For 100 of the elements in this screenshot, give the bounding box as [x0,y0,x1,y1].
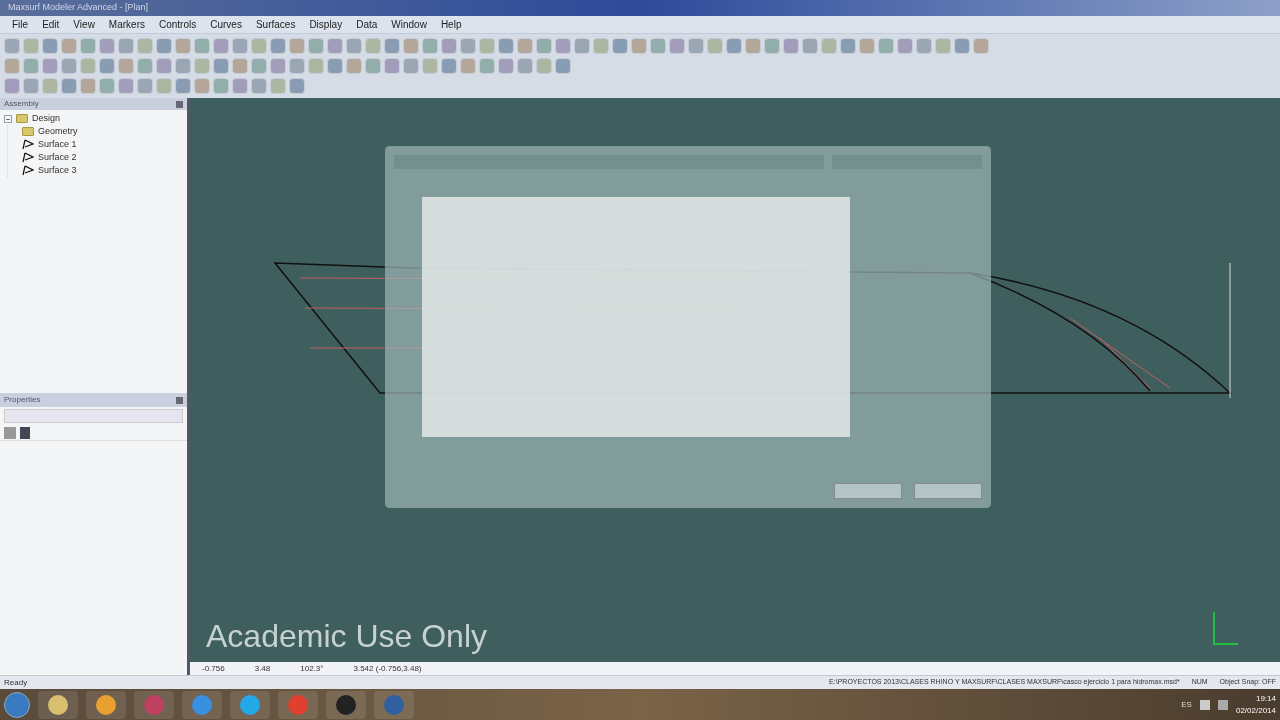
tool-icon[interactable] [764,38,780,54]
tool-icon[interactable] [954,38,970,54]
tool-icon[interactable] [422,38,438,54]
language-indicator[interactable]: ES [1181,698,1192,711]
tool-icon[interactable] [42,58,58,74]
tool-icon[interactable] [441,38,457,54]
tool-icon[interactable] [213,58,229,74]
tool-icon[interactable] [118,58,134,74]
tool-icon[interactable] [213,38,229,54]
tool-icon[interactable] [935,38,951,54]
tool-icon[interactable] [42,78,58,94]
menu-item[interactable]: Display [309,17,343,32]
tool-icon[interactable] [175,38,191,54]
tool-icon[interactable] [270,78,286,94]
tool-icon[interactable] [194,38,210,54]
tool-icon[interactable] [555,58,571,74]
menu-item[interactable]: Edit [42,17,60,32]
menu-item[interactable]: View [73,17,95,32]
tool-icon[interactable] [916,38,932,54]
tool-icon[interactable] [232,38,248,54]
tool-icon[interactable] [745,38,761,54]
tool-icon[interactable] [384,58,400,74]
dialog-button[interactable] [914,483,982,499]
tool-icon[interactable] [80,58,96,74]
tool-icon[interactable] [859,38,875,54]
tool-icon[interactable] [289,38,305,54]
tool-icon[interactable] [213,78,229,94]
tool-icon[interactable] [118,38,134,54]
tool-icon[interactable] [555,38,571,54]
tree-item[interactable]: Surface 3 [38,163,77,178]
close-icon[interactable] [176,100,183,108]
tool-icon[interactable] [251,58,267,74]
tool-icon[interactable] [80,38,96,54]
tool-icon[interactable] [194,78,210,94]
tool-icon[interactable] [422,58,438,74]
start-icon[interactable] [4,691,30,718]
tool-icon[interactable] [23,58,39,74]
tool-icon[interactable] [498,58,514,74]
taskbar-icon[interactable] [38,690,78,719]
dialog-button[interactable] [834,483,902,499]
tool-icon[interactable] [251,78,267,94]
tool-icon[interactable] [479,38,495,54]
tool-icon[interactable] [498,38,514,54]
tool-icon[interactable] [137,38,153,54]
tool-icon[interactable] [365,58,381,74]
menu-item[interactable]: Controls [159,17,197,32]
tool-icon[interactable] [346,58,362,74]
tool-icon[interactable] [99,58,115,74]
tool-icon[interactable] [232,78,248,94]
tool-icon[interactable] [270,58,286,74]
taskbar-icon[interactable] [326,690,366,719]
tool-icon[interactable] [23,78,39,94]
expander-icon[interactable] [4,114,12,123]
menu-item[interactable]: Curves [210,17,242,32]
tool-icon[interactable] [631,38,647,54]
tool-icon[interactable] [308,58,324,74]
tool-icon[interactable] [61,78,77,94]
tool-icon[interactable] [232,58,248,74]
tool-icon[interactable] [327,58,343,74]
tool-icon[interactable] [270,38,286,54]
tool-icon[interactable] [783,38,799,54]
tool-icon[interactable] [4,38,20,54]
tool-icon[interactable] [23,38,39,54]
menu-item[interactable]: Surfaces [255,17,296,32]
menu-item[interactable]: Help [440,17,462,32]
tool-icon[interactable] [137,78,153,94]
tree-item[interactable]: Surface 2 [38,150,77,165]
tool-icon[interactable] [175,58,191,74]
tool-icon[interactable] [821,38,837,54]
tool-icon[interactable] [536,58,552,74]
tool-icon[interactable] [802,38,818,54]
tool-icon[interactable] [707,38,723,54]
tool-icon[interactable] [327,38,343,54]
tree-item[interactable]: Design [32,111,60,126]
tool-icon[interactable] [346,38,362,54]
tool-icon[interactable] [973,38,989,54]
taskbar-icon[interactable] [182,690,222,719]
tool-icon[interactable] [289,78,305,94]
tool-icon[interactable] [99,38,115,54]
tool-icon[interactable] [612,38,628,54]
tool-icon[interactable] [460,38,476,54]
menu-item[interactable]: Data [356,17,378,32]
tool-icon[interactable] [137,58,153,74]
tool-icon[interactable] [878,38,894,54]
tool-icon[interactable] [4,58,20,74]
tool-icon[interactable] [61,38,77,54]
tool-icon[interactable] [517,58,533,74]
menu-item[interactable]: File [12,17,29,32]
tool-icon[interactable] [156,58,172,74]
tool-icon[interactable] [156,78,172,94]
taskbar-icon[interactable] [86,690,126,719]
tool-icon[interactable] [42,38,58,54]
tool-icon[interactable] [61,58,77,74]
tool-icon[interactable] [840,38,856,54]
menu-item[interactable]: Window [391,17,427,32]
tree-item[interactable]: Geometry [38,124,78,139]
tool-icon[interactable] [118,78,134,94]
tool-icon[interactable] [289,58,305,74]
tool-icon[interactable] [460,58,476,74]
tool-icon[interactable] [384,38,400,54]
